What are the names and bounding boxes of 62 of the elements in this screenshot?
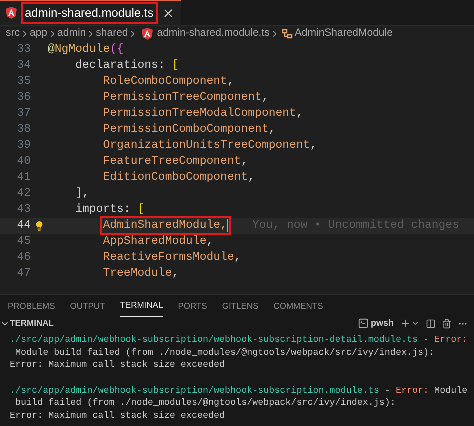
terminal-line: build failed (from ./node_modules/@ngtools/webpack/src/ivy/index.js): — [14, 397, 396, 408]
line-number: 33 — [16, 42, 31, 58]
code-line: EditionComboComponent, — [102, 170, 256, 186]
code-line: FeatureTreeComponent, — [102, 154, 248, 170]
breadcrumb-item[interactable]: AdminSharedModule — [294, 26, 393, 42]
close-icon[interactable] — [162, 6, 175, 20]
breadcrumb-item[interactable]: app — [30, 26, 48, 42]
code-line: ], — [74, 186, 90, 202]
terminal-line: Error: Maximum call stack size exceeded — [10, 410, 226, 421]
terminal-line: ./src/app/admin/webhook-subscription/webhook-subscription-detail.module.ts - Error: — [10, 334, 468, 346]
breadcrumb-item[interactable]: admin-shared.module.ts — [157, 26, 270, 42]
code-line: PermissionTreeModalComponent, — [102, 106, 304, 122]
panel-tab[interactable]: PROBLEMS — [8, 296, 56, 316]
line-number: 46 — [16, 250, 31, 266]
code-line: PermissionComboComponent, — [102, 122, 276, 138]
shell-name[interactable]: pwsh — [370, 316, 394, 330]
terminal-icon — [358, 318, 369, 329]
code-line: declarations: [ — [74, 58, 180, 74]
code-line: ReactiveFormsModule, — [102, 250, 242, 266]
code-line: @NgModule({ — [48, 42, 124, 58]
line-number: 35 — [16, 74, 31, 90]
add-icon[interactable] — [400, 318, 411, 329]
split-icon[interactable] — [426, 318, 436, 328]
panel-tab[interactable]: OUTPUT — [70, 296, 106, 316]
code-line: imports: [ — [74, 202, 145, 218]
angular-icon — [142, 28, 154, 40]
terminal-line: Module build failed (from ./node_modules/@ngtools/webpack/src/ivy/index.js): — [14, 346, 435, 358]
code-line: AdminSharedModule, — [48, 217, 228, 235]
breadcrumb-item[interactable]: src — [6, 26, 20, 42]
breadcrumb-item[interactable]: admin — [58, 26, 86, 42]
line-number: 47 — [16, 266, 31, 282]
lightbulb-icon[interactable] — [34, 220, 45, 232]
panel-tab[interactable]: COMMENTS — [274, 296, 324, 316]
code-line: AppSharedModule, — [102, 234, 214, 250]
panel-tab[interactable]: PORTS — [178, 296, 208, 316]
trash-icon[interactable] — [442, 318, 452, 328]
code-line: PermissionTreeComponent, — [102, 90, 269, 106]
panel-tab[interactable]: GITLENS — [222, 296, 259, 316]
line-number: 44 — [16, 218, 31, 234]
code-line: TreeModule, — [102, 266, 180, 282]
terminal-line: Error: Maximum call stack size exceeded — [10, 359, 226, 370]
line-number: 34 — [16, 58, 31, 74]
angular-icon — [6, 7, 17, 19]
tab-label: admin-shared.module.ts — [21, 2, 158, 24]
line-number: 37 — [16, 106, 31, 122]
line-number: 40 — [16, 154, 31, 170]
line-number: 36 — [16, 90, 31, 106]
editor-tab[interactable]: admin-shared.module.ts — [0, 0, 181, 25]
line-number: 41 — [16, 170, 31, 186]
code-line: RoleComboComponent, — [102, 74, 234, 90]
line-number: 39 — [16, 138, 31, 154]
line-number: 45 — [16, 234, 31, 250]
module-icon — [282, 28, 293, 38]
breadcrumb-item[interactable]: shared — [96, 26, 128, 42]
section-title: TERMINAL — [10, 317, 54, 330]
line-number: 43 — [16, 202, 31, 218]
code-line: OrganizationUnitsTreeComponent, — [102, 138, 318, 154]
terminal-line: ./src/app/admin/webhook-subscription/webhook-subscription.module.ts - Error: Module — [10, 384, 468, 396]
chevron-icon[interactable] — [411, 319, 420, 328]
line-number: 42 — [16, 186, 31, 202]
line-number: 38 — [16, 122, 31, 138]
panel-tab[interactable]: TERMINAL — [120, 295, 164, 317]
